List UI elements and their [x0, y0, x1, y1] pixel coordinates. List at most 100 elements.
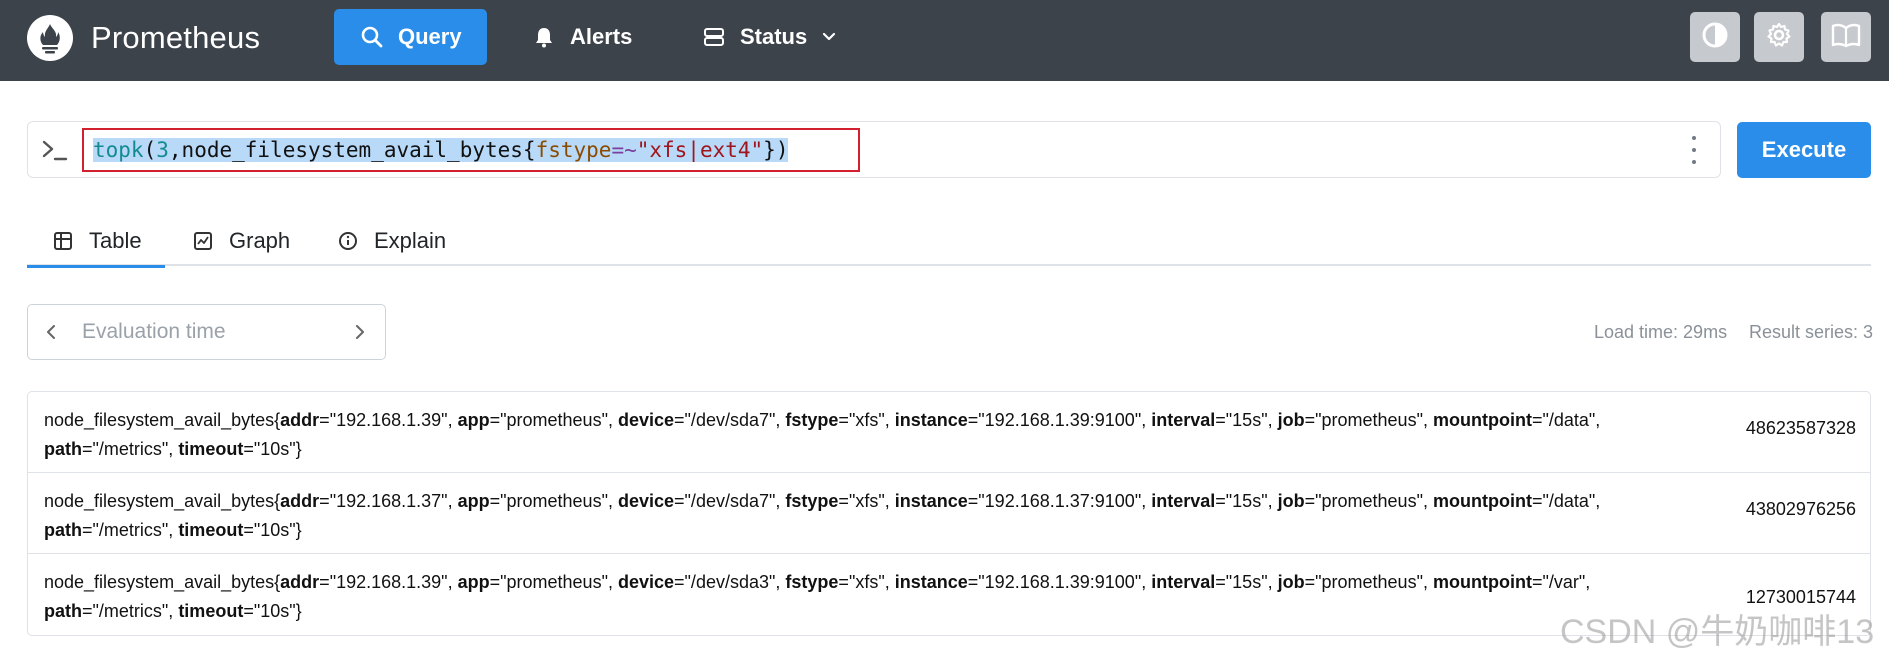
expr-token-number: 3 — [156, 138, 169, 162]
chevron-right-icon[interactable] — [350, 322, 370, 342]
expr-token-string: "xfs|ext4" — [636, 138, 764, 162]
label-key: mountpoint — [1432, 572, 1532, 592]
label-value: "/data" — [1542, 410, 1596, 430]
label-key: addr — [280, 410, 320, 430]
settings-button[interactable] — [1754, 12, 1804, 62]
terminal-prompt-icon — [41, 137, 69, 163]
graph-icon — [192, 230, 214, 252]
documentation-button[interactable] — [1821, 12, 1871, 62]
expr-token-brace: { — [522, 138, 536, 162]
expression-editor[interactable]: topk(3,node_filesystem_avail_bytes{fstyp… — [82, 128, 860, 172]
tab-graph-label: Graph — [229, 228, 291, 253]
nav-query-button[interactable]: Query — [334, 9, 487, 65]
evaluation-time-picker[interactable]: Evaluation time — [27, 304, 386, 360]
nav-query-label: Query — [398, 24, 462, 49]
chevron-down-icon — [821, 29, 837, 45]
label-key: path — [44, 520, 82, 540]
table-row: node_filesystem_avail_bytes{addr="192.16… — [28, 392, 1870, 473]
execute-button[interactable]: Execute — [1737, 122, 1871, 178]
label-key: timeout — [178, 439, 244, 459]
label-value: "prometheus" — [500, 491, 608, 511]
label-key: fstype — [785, 572, 839, 592]
tab-graph[interactable]: Graph — [192, 216, 290, 266]
label-value: "/dev/sda7" — [684, 410, 776, 430]
label-key: path — [44, 439, 82, 459]
label-value: "192.168.1.39:9100" — [978, 572, 1142, 592]
table-row: node_filesystem_avail_bytes{addr="192.16… — [28, 473, 1870, 554]
tab-table-label: Table — [89, 228, 142, 253]
label-key: device — [617, 410, 675, 430]
label-key: instance — [894, 410, 968, 430]
label-value: "192.168.1.37" — [329, 491, 448, 511]
table-icon — [52, 230, 74, 252]
series-labels: node_filesystem_avail_bytes{addr="192.16… — [44, 572, 1591, 621]
label-key: interval — [1151, 491, 1216, 511]
label-key: instance — [894, 491, 968, 511]
label-value: "192.168.1.37:9100" — [978, 491, 1142, 511]
label-value: "192.168.1.39" — [329, 410, 448, 430]
label-value: "/metrics" — [92, 520, 169, 540]
label-key: job — [1277, 572, 1305, 592]
label-key: app — [457, 410, 490, 430]
label-value: "prometheus" — [1315, 491, 1423, 511]
gear-icon — [1765, 21, 1793, 54]
label-value: "192.168.1.39:9100" — [978, 410, 1142, 430]
label-value: "10s" — [253, 439, 296, 459]
expr-token-brace-close: } — [763, 138, 776, 162]
result-tabs: Table Graph Explain — [27, 216, 1871, 268]
expr-token-comma: , — [168, 138, 182, 162]
top-navbar: Prometheus Query Alerts Status — [0, 0, 1889, 81]
search-icon — [360, 25, 384, 49]
brand[interactable]: Prometheus — [27, 15, 260, 61]
chevron-left-icon[interactable] — [41, 322, 61, 342]
label-key: addr — [280, 572, 320, 592]
theme-toggle-icon — [1701, 21, 1729, 54]
brand-name: Prometheus — [91, 20, 261, 55]
label-value: "/metrics" — [92, 601, 169, 621]
expr-token-label-name: fstype — [535, 138, 612, 162]
label-key: job — [1277, 410, 1305, 430]
label-key: device — [617, 572, 675, 592]
label-value: "prometheus" — [1315, 572, 1423, 592]
tab-explain-label: Explain — [374, 228, 447, 253]
results-table: node_filesystem_avail_bytes{addr="192.16… — [27, 391, 1871, 636]
load-time: Load time: 29ms — [1594, 322, 1728, 342]
label-value: "10s" — [253, 601, 296, 621]
label-value: "15s" — [1225, 410, 1268, 430]
expr-token-function: topk — [93, 138, 144, 162]
label-key: path — [44, 601, 82, 621]
nav-status-label: Status — [740, 24, 808, 49]
label-key: app — [457, 572, 490, 592]
label-value: "192.168.1.39" — [329, 572, 448, 592]
label-value: "prometheus" — [500, 410, 608, 430]
series-labels: node_filesystem_avail_bytes{addr="192.16… — [44, 410, 1601, 459]
prometheus-logo-icon — [27, 15, 73, 61]
label-value: "prometheus" — [500, 572, 608, 592]
label-key: mountpoint — [1432, 410, 1532, 430]
metric-name: node_filesystem_avail_bytes — [44, 491, 275, 511]
label-value: "10s" — [253, 520, 296, 540]
label-value: "prometheus" — [1315, 410, 1423, 430]
label-value: "15s" — [1225, 572, 1268, 592]
nav-alerts-label: Alerts — [570, 24, 633, 49]
evaluation-time-input[interactable]: Evaluation time — [82, 320, 226, 344]
label-key: interval — [1151, 572, 1216, 592]
series-value: 48623587328 — [1745, 418, 1856, 438]
label-value: "/dev/sda3" — [684, 572, 776, 592]
label-value: "/var" — [1542, 572, 1586, 592]
label-value: "15s" — [1225, 491, 1268, 511]
server-icon — [702, 25, 726, 49]
nav-alerts-button[interactable]: Alerts — [532, 9, 632, 65]
tab-explain[interactable]: Explain — [337, 216, 446, 266]
label-key: device — [617, 491, 675, 511]
expr-token-paren: ( — [143, 138, 157, 162]
label-value: "xfs" — [848, 410, 885, 430]
nav-status-dropdown[interactable]: Status — [702, 9, 837, 65]
more-options-icon[interactable] — [1690, 136, 1698, 164]
label-key: instance — [894, 572, 968, 592]
label-key: fstype — [785, 410, 839, 430]
label-key: interval — [1151, 410, 1216, 430]
theme-toggle-button[interactable] — [1690, 12, 1740, 62]
tab-table[interactable]: Table — [27, 216, 165, 268]
watermark: CSDN @牛奶咖啡13 — [1560, 613, 1875, 651]
